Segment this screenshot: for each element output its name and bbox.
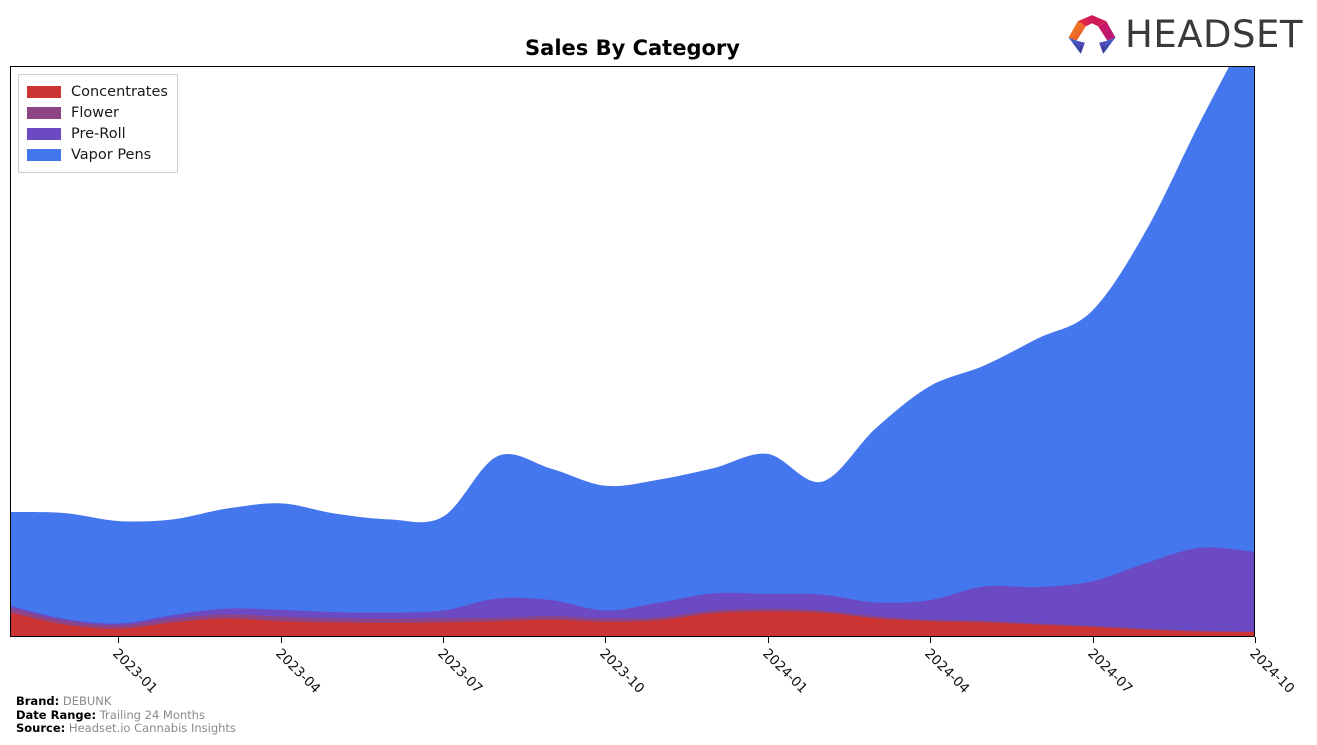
footer-source-value: Headset.io Cannabis Insights <box>68 721 236 735</box>
x-axis-tick-label: 2024-04 <box>921 645 973 697</box>
x-axis-tick-label: 2023-04 <box>271 645 324 697</box>
x-axis-tick-mark <box>118 637 120 643</box>
x-axis-tick-label: 2023-10 <box>596 645 648 697</box>
legend-label-pre-roll: Pre-Roll <box>71 125 126 142</box>
x-axis-tick-mark <box>280 637 282 643</box>
legend-swatch-pre-roll <box>27 127 61 140</box>
legend-label-vapor-pens: Vapor Pens <box>71 146 152 163</box>
headset-arch-logo-icon <box>1068 15 1116 54</box>
footer-source: Source: Headset.io Cannabis Insights <box>16 721 236 736</box>
legend-item-flower[interactable]: Flower <box>27 102 168 123</box>
headset-logo: HEADSET <box>1066 11 1303 57</box>
x-axis-tick-label: 2023-01 <box>109 645 161 697</box>
stacked-area-chart <box>11 67 1254 636</box>
footer-brand-value: DEBUNK <box>62 694 112 708</box>
legend-item-pre-roll[interactable]: Pre-Roll <box>27 123 168 144</box>
footer-source-key: Source: <box>16 721 66 735</box>
x-axis-tick-mark <box>1092 637 1094 643</box>
x-axis-tick-mark <box>930 637 932 643</box>
x-axis-tick-label: 2024-01 <box>759 645 811 697</box>
legend-item-vapor-pens[interactable]: Vapor Pens <box>27 144 168 165</box>
x-axis-tick-mark <box>1255 637 1256 643</box>
footer-date-range-value: Trailing 24 Months <box>99 707 205 722</box>
legend-label-concentrates: Concentrates <box>71 83 168 100</box>
x-axis-tick-mark <box>605 637 607 643</box>
legend-label-flower: Flower <box>71 104 119 121</box>
chart-footer: Brand: DEBUNK Date Range: Trailing 24 Mo… <box>16 694 236 736</box>
legend-swatch-concentrates <box>27 85 61 98</box>
legend-swatch-vapor-pens <box>27 148 61 161</box>
footer-date-range: Date Range: Trailing 24 Months <box>16 707 236 723</box>
x-axis-tick-label: 2024-10 <box>1246 645 1298 697</box>
footer-brand: Brand: DEBUNK <box>16 694 236 709</box>
x-axis-tick-mark <box>767 637 769 643</box>
legend-swatch-flower <box>27 106 61 119</box>
x-axis-tick-label: 2024-07 <box>1083 645 1136 697</box>
area-series-vapor-pens <box>11 67 1254 636</box>
chart-legend: Concentrates Flower Pre-Roll Vapor Pens <box>18 74 178 173</box>
footer-brand-key: Brand: <box>16 694 60 708</box>
logo-wordmark: HEADSET <box>1125 12 1303 56</box>
legend-item-concentrates[interactable]: Concentrates <box>27 81 168 102</box>
x-axis-tick-label: 2023-07 <box>434 645 486 697</box>
x-axis-tick-mark <box>443 637 445 643</box>
chart-page: Sales By Category HEADSET Concentrates F… <box>0 0 1317 745</box>
chart-plot-area: Concentrates Flower Pre-Roll Vapor Pens <box>10 66 1255 637</box>
footer-date-range-key: Date Range: <box>16 707 97 722</box>
